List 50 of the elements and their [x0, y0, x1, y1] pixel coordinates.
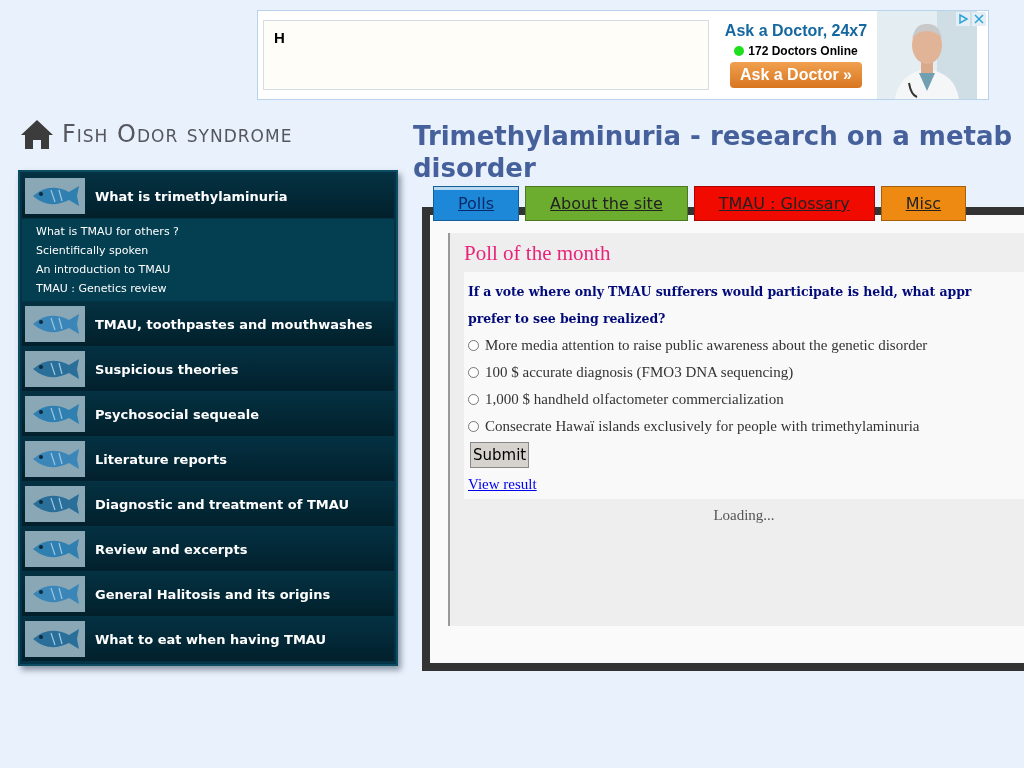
sidebar-item[interactable]: Literature reports	[22, 437, 394, 481]
fish-icon	[25, 351, 85, 387]
fish-icon	[25, 396, 85, 432]
close-icon[interactable]	[972, 12, 986, 26]
ad-text-field[interactable]: H	[263, 20, 709, 90]
online-count: 172 Doctors Online	[748, 44, 858, 58]
sidebar-item[interactable]: What is trimethylaminuria	[22, 174, 394, 218]
option-label[interactable]: 1,000 $ handheld olfactometer commercialization	[485, 386, 784, 413]
radio-button[interactable]	[468, 394, 479, 405]
page-title: Trimethylaminuria - research on a metab	[413, 120, 1014, 152]
tab[interactable]: Misc	[880, 186, 967, 221]
fish-icon	[25, 531, 85, 567]
submenu-item[interactable]: What is TMAU for others ?	[36, 222, 179, 241]
poll-question: If a vote where only TMAU sufferers would participate is held, what appr	[468, 283, 973, 301]
tab[interactable]: Polls	[433, 186, 520, 221]
page-title: disorder	[413, 152, 537, 184]
tab[interactable]: TMAU : Glossary	[693, 186, 875, 221]
poll-question: prefer to see being realized?	[468, 310, 667, 328]
ad-headline: Ask a Doctor, 24x7	[724, 22, 868, 40]
submenu-item[interactable]: An introduction to TMAU	[36, 260, 171, 279]
radio-button[interactable]	[468, 367, 479, 378]
fish-icon	[25, 486, 85, 522]
fish-icon	[25, 441, 85, 477]
sidebar-item[interactable]: General Halitosis and its origins	[22, 572, 394, 616]
sidebar-item[interactable]: Review and excerpts	[22, 527, 394, 571]
sidebar-item[interactable]: Suspicious theories	[22, 347, 394, 391]
option-label[interactable]: Consecrate Hawaï islands exclusively for people with trimethylaminuria	[485, 413, 920, 440]
view-result-link[interactable]: View result	[468, 476, 537, 492]
home-icon[interactable]	[20, 118, 54, 150]
loading-text: Loading...	[713, 507, 775, 524]
submit-button[interactable]: Submit	[470, 442, 530, 468]
online-dot-icon	[734, 46, 745, 56]
radio-button[interactable]	[468, 421, 479, 432]
sidebar-item[interactable]: Psychosocial sequeale	[22, 392, 394, 436]
fish-icon	[25, 576, 85, 612]
site-title[interactable]: Fish Odor syndrome	[62, 120, 293, 148]
tab[interactable]: About the site	[525, 186, 688, 221]
radio-button[interactable]	[468, 340, 479, 351]
fish-icon	[25, 178, 85, 214]
submenu-item[interactable]: Scientifically spoken	[36, 241, 149, 260]
sidebar-item[interactable]: What to eat when having TMAU	[22, 617, 394, 661]
option-label[interactable]: 100 $ accurate diagnosis (FMO3 DNA sequencing)	[485, 359, 794, 386]
sidebar-item[interactable]: TMAU, toothpastes and mouthwashes	[22, 302, 394, 346]
fish-icon	[25, 306, 85, 342]
poll-title: Poll of the month	[464, 241, 612, 266]
adchoices-icon[interactable]	[956, 12, 970, 26]
sidebar-item[interactable]: Diagnostic and treatment of TMAU	[22, 482, 394, 526]
fish-icon	[25, 621, 85, 657]
option-label[interactable]: More media attention to raise public awareness about the genetic disorder	[485, 332, 928, 359]
submenu-item[interactable]: TMAU : Genetics review	[36, 279, 167, 298]
